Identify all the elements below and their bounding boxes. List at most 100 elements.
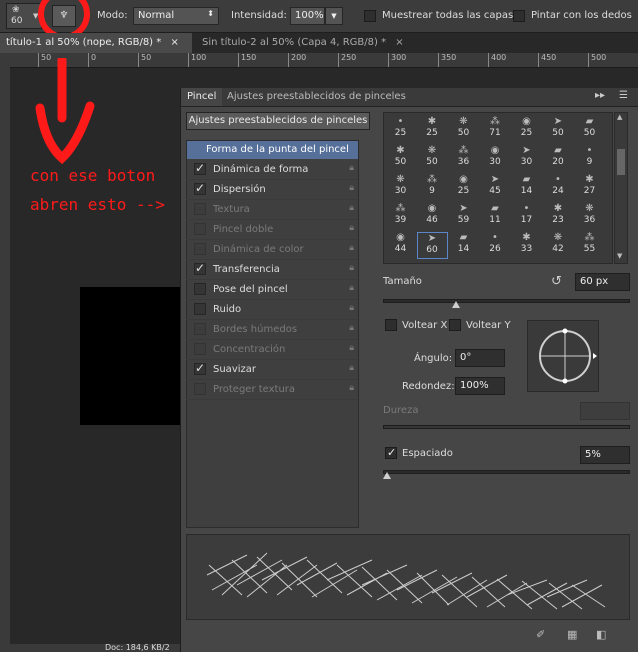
setting-checkbox[interactable] [194,283,206,295]
tab-brush-presets[interactable]: Ajustes preestablecidos de pinceles [227,88,406,106]
collapse-icon[interactable]: ▸▸ [595,90,605,101]
brush-tip[interactable]: • 17 [511,203,542,230]
intensity-field[interactable]: 100% [290,7,325,25]
brush-tip[interactable]: ▰ 14 [448,232,479,259]
tab-document-1[interactable]: título-1 al 50% (nope, RGB/8) * × [0,33,192,53]
brush-setting-row[interactable]: Dinámica de forma 🔒︎ [186,160,358,180]
setting-checkbox[interactable] [194,323,206,335]
brush-tip[interactable]: ⁂ 9 [417,174,448,201]
brush-setting-row[interactable]: Dinámica de color 🔒︎ [186,240,358,260]
brush-preview-toggle-icon[interactable]: ✐ [536,628,545,641]
brush-tip[interactable]: ➤ 59 [448,203,479,230]
finger-painting-checkbox[interactable] [513,10,525,22]
brush-setting-row[interactable]: Suavizar 🔒︎ [186,360,358,380]
brush-tip[interactable]: ⁂ 55 [574,232,605,259]
new-brush-icon[interactable]: ◧ [596,628,606,641]
list-header-brush-tip-shape[interactable]: Forma de la punta del pincel [187,141,358,159]
brush-setting-row[interactable]: Transferencia 🔒︎ [186,260,358,280]
brush-setting-row[interactable]: Ruido 🔒︎ [186,300,358,320]
spacing-checkbox[interactable] [385,446,397,459]
reset-size-icon[interactable]: ↺ [551,274,562,289]
brush-tip[interactable]: ✱ 25 [417,116,448,143]
flip-y-checkbox[interactable] [449,319,461,331]
brush-setting-row[interactable]: Concentración 🔒︎ [186,340,358,360]
size-slider-thumb[interactable] [452,301,460,308]
brush-presets-button[interactable]: Ajustes preestablecidos de pinceles [186,112,370,130]
brush-setting-row[interactable]: Textura 🔒︎ [186,200,358,220]
lock-icon[interactable]: 🔒︎ [349,323,354,333]
spacing-field[interactable]: 5% [580,446,630,464]
brush-tip[interactable]: ▰ 11 [480,203,511,230]
brush-tip[interactable]: • 9 [574,145,605,172]
brush-tip-selected[interactable]: ➤ 60 [416,232,448,259]
brush-preset-picker[interactable]: ❀ 60 ▼ [6,3,42,29]
brush-setting-row[interactable]: Pincel doble 🔒︎ [186,220,358,240]
lock-icon[interactable]: 🔒︎ [349,243,354,253]
brush-tip[interactable]: ◉ 44 [385,232,416,259]
tab-document-2[interactable]: Sin título-2 al 50% (Capa 4, RGB/8) * × [196,33,416,53]
setting-checkbox[interactable] [194,261,206,275]
panel-menu-icon[interactable]: ☰ [619,90,628,101]
brush-tip[interactable]: ◉ 25 [448,174,479,201]
scroll-thumb[interactable] [617,149,625,175]
scroll-up-icon[interactable]: ▲ [617,113,622,121]
size-slider[interactable] [383,299,630,303]
brush-tip[interactable]: ⁂ 71 [480,116,511,143]
brush-tip[interactable]: ➤ 50 [543,116,574,143]
spacing-slider[interactable] [383,470,630,474]
lock-icon[interactable]: 🔒︎ [349,363,354,373]
spacing-slider-thumb[interactable] [383,472,391,479]
brush-tip[interactable]: ⁂ 39 [385,203,416,230]
setting-checkbox[interactable] [194,181,206,195]
brush-tip[interactable]: ✱ 23 [543,203,574,230]
brush-tip[interactable]: ✱ 50 [385,145,416,172]
brush-tip[interactable]: ❋ 50 [448,116,479,143]
brush-setting-row[interactable]: Proteger textura 🔒︎ [186,380,358,400]
setting-checkbox[interactable] [194,243,206,255]
setting-checkbox[interactable] [194,361,206,375]
lock-icon[interactable]: 🔒︎ [349,203,354,213]
brush-tip[interactable]: ▰ 14 [511,174,542,201]
lock-icon[interactable]: 🔒︎ [349,283,354,293]
setting-checkbox[interactable] [194,303,206,315]
brush-tip[interactable]: ⁂ 36 [448,145,479,172]
brush-tip[interactable]: ✱ 33 [511,232,542,259]
lock-icon[interactable]: 🔒︎ [349,343,354,353]
angle-roundness-widget[interactable] [527,320,599,392]
brush-tip[interactable]: ▰ 20 [543,145,574,172]
brush-tip[interactable]: ◉ 30 [480,145,511,172]
setting-checkbox[interactable] [194,223,206,235]
brush-tip[interactable]: ❋ 36 [574,203,605,230]
brush-tip[interactable]: ❋ 50 [417,145,448,172]
brush-tip[interactable]: ❋ 30 [385,174,416,201]
lock-icon[interactable]: 🔒︎ [349,263,354,273]
tab-brush[interactable]: Pincel [181,88,223,106]
brush-tip[interactable]: ➤ 30 [511,145,542,172]
close-icon[interactable]: × [395,37,403,48]
canvas-document[interactable] [80,287,180,425]
brush-tip[interactable]: • 26 [480,232,511,259]
brush-tip[interactable]: ◉ 46 [417,203,448,230]
sample-all-layers-checkbox[interactable] [364,10,376,22]
brush-tip[interactable]: ▰ 50 [574,116,605,143]
lock-icon[interactable]: 🔒︎ [349,183,354,193]
setting-checkbox[interactable] [194,383,206,395]
roundness-field[interactable]: 100% [455,377,505,395]
intensity-dropdown-button[interactable]: ▼ [325,7,343,25]
lock-icon[interactable]: 🔒︎ [349,163,354,173]
brush-setting-row[interactable]: Dispersión 🔒︎ [186,180,358,200]
lock-icon[interactable]: 🔒︎ [349,383,354,393]
brush-tip[interactable]: ➤ 45 [480,174,511,201]
setting-checkbox[interactable] [194,161,206,175]
brush-tip[interactable]: ❋ 42 [543,232,574,259]
brush-setting-row[interactable]: Pose del pincel 🔒︎ [186,280,358,300]
grid-scrollbar[interactable]: ▲ ▼ [614,112,628,264]
brush-tip[interactable]: ◉ 25 [511,116,542,143]
lock-icon[interactable]: 🔒︎ [349,223,354,233]
flip-x-checkbox[interactable] [385,319,397,331]
mode-select[interactable]: Normal ⬍ [133,7,219,25]
brush-tip[interactable]: • 24 [543,174,574,201]
close-icon[interactable]: × [170,37,178,48]
grid-view-icon[interactable]: ▦ [567,628,577,641]
brush-tip[interactable]: ✱ 27 [574,174,605,201]
